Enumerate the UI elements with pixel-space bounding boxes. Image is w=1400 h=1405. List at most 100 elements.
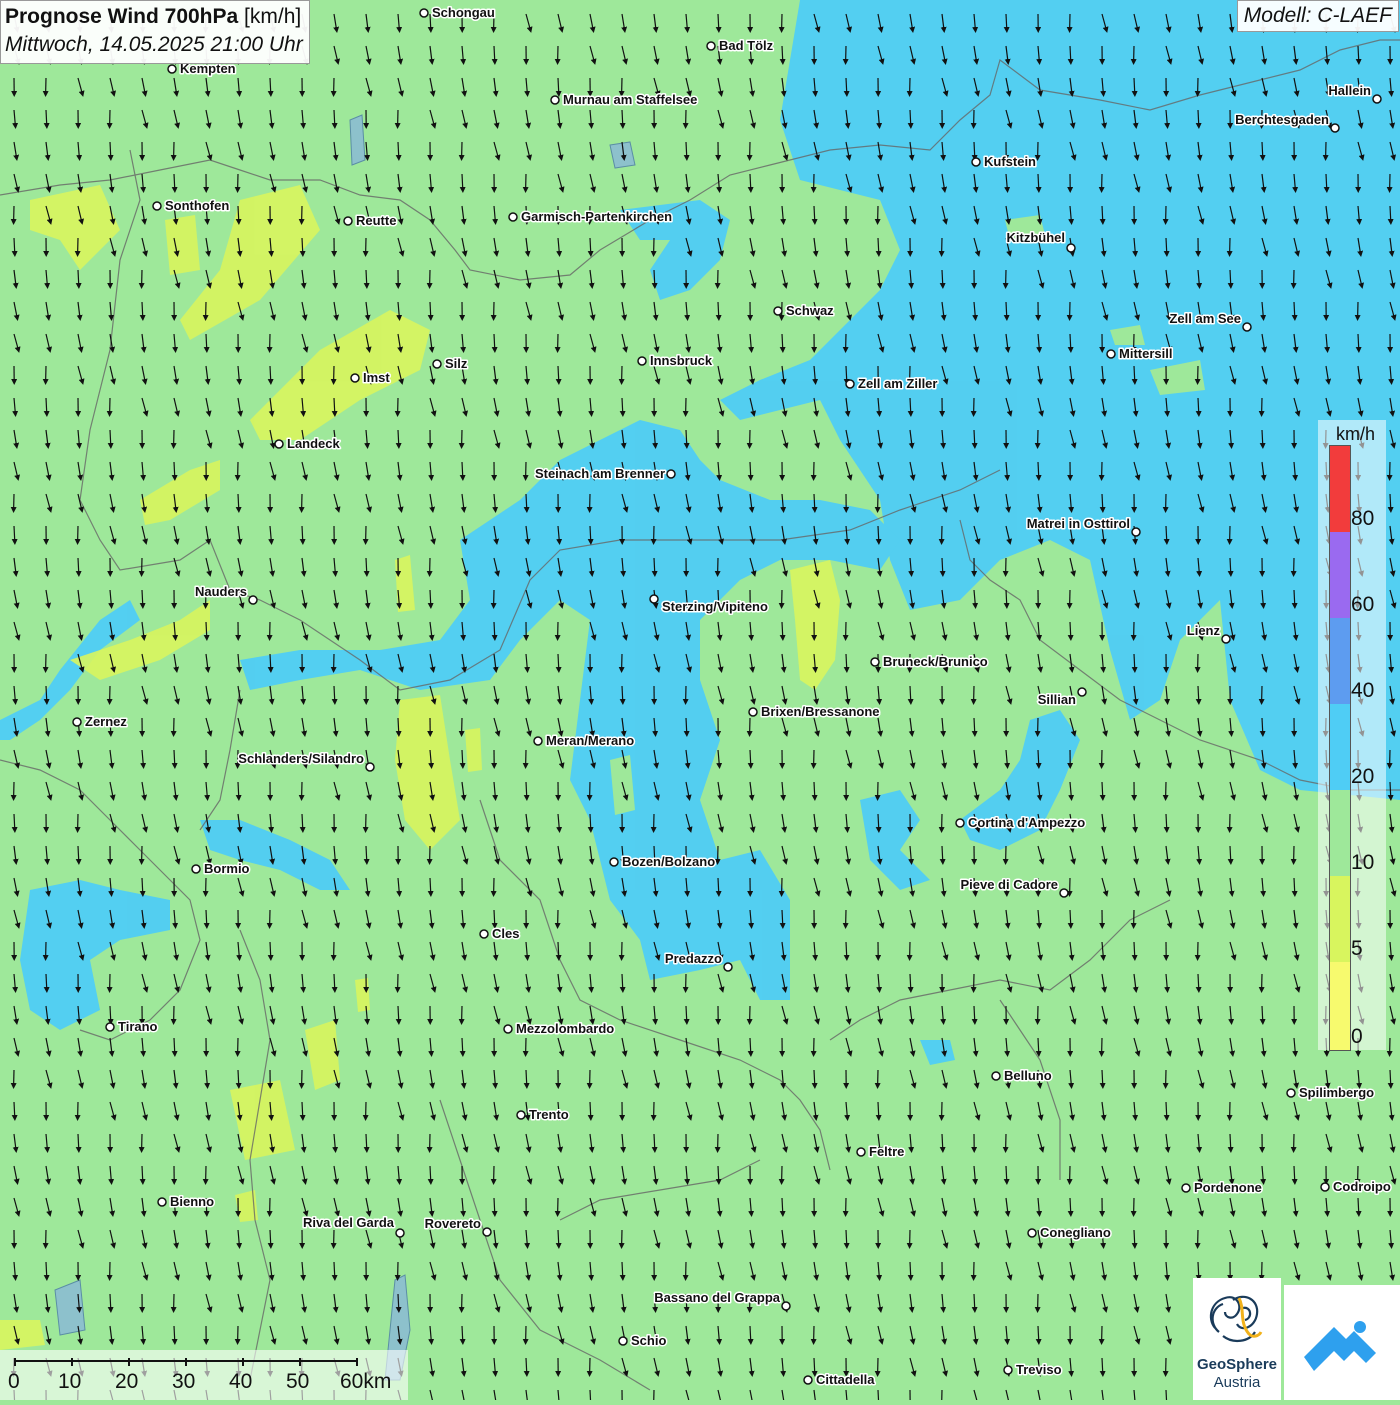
- wind-arrow: [846, 1230, 847, 1246]
- forecast-datetime: Mittwoch, 14.05.2025 21:00 Uhr: [5, 31, 303, 59]
- wind-arrow: [334, 1262, 335, 1278]
- place-dot: [1028, 1229, 1036, 1237]
- wind-arrow: [1390, 494, 1391, 510]
- legend-label-0: 0: [1351, 1025, 1363, 1049]
- place-dot: [667, 470, 675, 478]
- geosphere-logo[interactable]: GeoSphere Austria: [1193, 1278, 1281, 1400]
- place-dot: [871, 658, 879, 666]
- place-dot: [804, 1376, 812, 1384]
- wind-arrow: [974, 1294, 975, 1310]
- place-name: Kufstein: [984, 154, 1036, 169]
- wind-arrow: [366, 1134, 367, 1150]
- place-dot: [480, 930, 488, 938]
- wind-arrow: [78, 846, 79, 862]
- place-name: Silz: [445, 356, 468, 371]
- scale-tick: [299, 1358, 301, 1366]
- wind-arrow: [462, 750, 463, 766]
- wind-arrow: [590, 1102, 591, 1118]
- wind-map: SchongauBad TölzKemptenMurnau am Staffel…: [0, 0, 1400, 1400]
- wind-arrow: [1102, 1358, 1103, 1374]
- wind-arrow: [942, 1134, 943, 1150]
- wind-arrow: [1390, 1070, 1391, 1086]
- place-name: Cles: [492, 926, 519, 941]
- scale-label: 30: [172, 1370, 195, 1394]
- wind-arrow: [718, 878, 719, 894]
- wind-arrow: [1166, 814, 1167, 830]
- place-dot: [192, 865, 200, 873]
- place-name: Steinach am Brenner: [535, 466, 665, 481]
- wind-arrow: [1230, 270, 1231, 286]
- wind-arrow: [686, 1006, 687, 1022]
- wind-arrow: [238, 206, 239, 222]
- place-dot: [846, 380, 854, 388]
- place-dot: [1067, 244, 1075, 252]
- place-dot: [638, 357, 646, 365]
- scale-label: 60km: [340, 1370, 391, 1394]
- place-name: Mittersill: [1119, 346, 1172, 361]
- wind-arrow: [206, 622, 207, 638]
- scale-label: 50: [286, 1370, 309, 1394]
- place-name: Belluno: [1004, 1068, 1052, 1083]
- place-name: Imst: [363, 370, 390, 385]
- legend-label-60: 60: [1351, 593, 1374, 617]
- mountain-app-icon[interactable]: [1284, 1285, 1400, 1400]
- wind-arrow: [1198, 686, 1199, 702]
- wind-arrow: [174, 750, 175, 766]
- place-name: Bruneck/Brunico: [883, 654, 988, 669]
- mountain-app-icon-graphic: [1284, 1285, 1400, 1400]
- wind-arrow: [974, 142, 975, 158]
- place-dot: [1078, 688, 1086, 696]
- wind-arrow: [622, 1262, 623, 1278]
- place-dot: [707, 42, 715, 50]
- place-name: Matrei in Osttirol: [1027, 516, 1130, 531]
- wind-arrow: [1198, 1262, 1199, 1278]
- place-marker: Pordenone: [1182, 1180, 1262, 1195]
- wind-arrow: [910, 398, 911, 414]
- place-dot: [275, 440, 283, 448]
- place-dot: [420, 9, 428, 17]
- wind-arrow: [1294, 1166, 1295, 1182]
- wind-arrow: [590, 238, 591, 254]
- wind-arrow: [1006, 302, 1007, 318]
- wind-arrow: [302, 814, 303, 830]
- wind-arrow: [430, 302, 431, 318]
- title-box: Prognose Wind 700hPa [km/h] Mittwoch, 14…: [0, 0, 310, 64]
- place-name: Zell am Ziller: [858, 376, 937, 391]
- place-dot: [857, 1148, 865, 1156]
- wind-arrow: [878, 814, 879, 830]
- wind-arrow: [1134, 654, 1135, 670]
- wind-arrow: [462, 462, 463, 478]
- legend-label-10: 10: [1351, 851, 1374, 875]
- wind-arrow: [1006, 590, 1007, 606]
- wind-arrow: [174, 462, 175, 478]
- wind-arrow: [494, 910, 495, 926]
- wind-arrow: [14, 238, 15, 254]
- legend-label-40: 40: [1351, 679, 1374, 703]
- scale-tick: [71, 1358, 73, 1366]
- wind-arrow: [782, 1198, 783, 1214]
- place-name: Cortina d'Ampezzo: [968, 815, 1085, 830]
- wind-arrow: [238, 1070, 239, 1086]
- place-dot: [1222, 635, 1230, 643]
- place-marker: Meran/Merano: [534, 733, 634, 748]
- wind-arrow: [1166, 526, 1167, 542]
- place-name: Mezzolombardo: [516, 1021, 614, 1036]
- wind-arrow: [686, 718, 687, 734]
- wind-arrow: [494, 1198, 495, 1214]
- wind-arrow: [398, 1294, 399, 1310]
- wind-arrow: [302, 526, 303, 542]
- wind-arrow: [1070, 1198, 1071, 1214]
- place-name: Schongau: [432, 5, 495, 20]
- place-name: Reutte: [356, 213, 396, 228]
- color-legend: km/h 80 60 40 20 10 5 0: [1318, 420, 1386, 1050]
- geosphere-logo-name: GeoSphere: [1193, 1356, 1281, 1373]
- scale-label: 0: [8, 1370, 20, 1394]
- place-dot: [1004, 1366, 1012, 1374]
- wind-arrow: [366, 558, 367, 574]
- place-name: Murnau am Staffelsee: [563, 92, 697, 107]
- place-name: Zernez: [85, 714, 127, 729]
- place-dot: [749, 708, 757, 716]
- place-dot: [1331, 124, 1339, 132]
- place-marker: Brixen/Bressanone: [749, 704, 880, 719]
- wind-arrow: [46, 1262, 47, 1278]
